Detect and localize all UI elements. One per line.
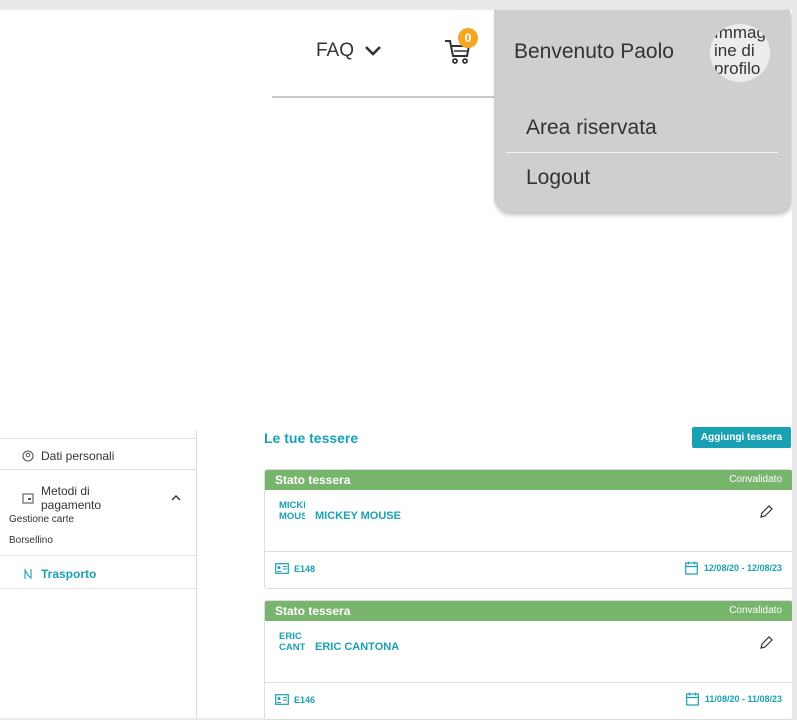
card-code: E148 <box>294 563 316 574</box>
avatar-alt-text: Immagine di profilo <box>714 24 766 78</box>
chevron-down-icon <box>365 46 381 56</box>
menu-item-area-riservata[interactable]: Area riservata <box>526 116 657 140</box>
user-menu-dropdown: Benvenuto Paolo Immagine di profilo Area… <box>494 10 790 212</box>
user-circle-icon <box>22 450 34 462</box>
pencil-icon[interactable] <box>758 504 774 520</box>
card-logo: MICKEY MOUSE <box>279 500 305 522</box>
card-logo: ERIC CANTONA <box>279 631 305 653</box>
sidebar-label-metodi-pagamento: Metodi di pagamento <box>41 484 102 512</box>
pencil-icon[interactable] <box>758 635 774 651</box>
card-header: Stato tessera Convalidato <box>265 601 792 621</box>
card-validity: 11/08/20 - 11/08/23 <box>704 694 782 704</box>
card-item: Stato tessera Convalidato MICKEY MOUSE M… <box>264 469 793 589</box>
cart-count-badge: 0 <box>458 28 478 48</box>
avatar[interactable]: Immagine di profilo <box>710 24 770 82</box>
page-title: Le tue tessere <box>264 430 359 446</box>
card-code: E146 <box>294 694 316 705</box>
id-card-icon <box>275 563 289 574</box>
sidebar-label-trasporto: Trasporto <box>41 567 97 581</box>
sidebar-label-dati-personali: Dati personali <box>41 449 115 463</box>
scrollbar-track[interactable] <box>792 10 797 718</box>
sidebar-item-metodi-pagamento[interactable]: Metodi di pagamento <box>22 484 182 512</box>
sidebar-group-pagamento: Metodi di pagamento Gestione carte Borse… <box>0 469 196 556</box>
add-card-button[interactable]: Aggiungi tessera <box>692 427 791 448</box>
chevron-up-icon[interactable] <box>170 494 182 502</box>
sidebar-item-dati-personali[interactable]: Dati personali <box>0 438 196 470</box>
card-footer: E146 11/08/20 - 11/08/23 <box>265 683 792 719</box>
id-card-icon <box>275 694 289 705</box>
card-holder-name: ERIC CANTONA <box>315 641 400 653</box>
sidebar-subitem-borsellino[interactable]: Borsellino <box>9 535 53 546</box>
sidebar-subitem-gestione-carte[interactable]: Gestione carte <box>9 514 74 525</box>
card-header: Stato tessera Convalidato <box>265 470 792 490</box>
sidebar: Dati personali Metodi di pagamento Gesti… <box>0 430 197 718</box>
faq-menu[interactable]: FAQ <box>316 40 382 62</box>
card-validity: 12/08/20 - 12/08/23 <box>703 563 782 573</box>
status-label: Stato tessera <box>275 473 351 487</box>
status-badge: Convalidato <box>729 474 782 485</box>
faq-label: FAQ <box>316 40 355 61</box>
menu-divider <box>506 152 778 153</box>
card-holder-name: MICKEY MOUSE <box>315 510 401 522</box>
welcome-text: Benvenuto Paolo <box>514 40 674 63</box>
status-label: Stato tessera <box>275 604 351 618</box>
status-badge: Convalidato <box>729 605 782 616</box>
transport-icon <box>24 569 32 579</box>
sidebar-item-trasporto[interactable]: Trasporto <box>0 556 196 589</box>
calendar-icon <box>686 692 699 706</box>
wallet-icon <box>22 493 34 504</box>
card-item: Stato tessera Convalidato ERIC CANTONA E… <box>264 600 793 720</box>
card-body: MICKEY MOUSE MICKEY MOUSE <box>265 490 792 552</box>
card-body: ERIC CANTONA ERIC CANTONA <box>265 621 792 683</box>
menu-item-logout[interactable]: Logout <box>526 166 590 190</box>
card-footer: E148 12/08/20 - 12/08/23 <box>265 552 792 588</box>
calendar-icon <box>685 561 698 575</box>
